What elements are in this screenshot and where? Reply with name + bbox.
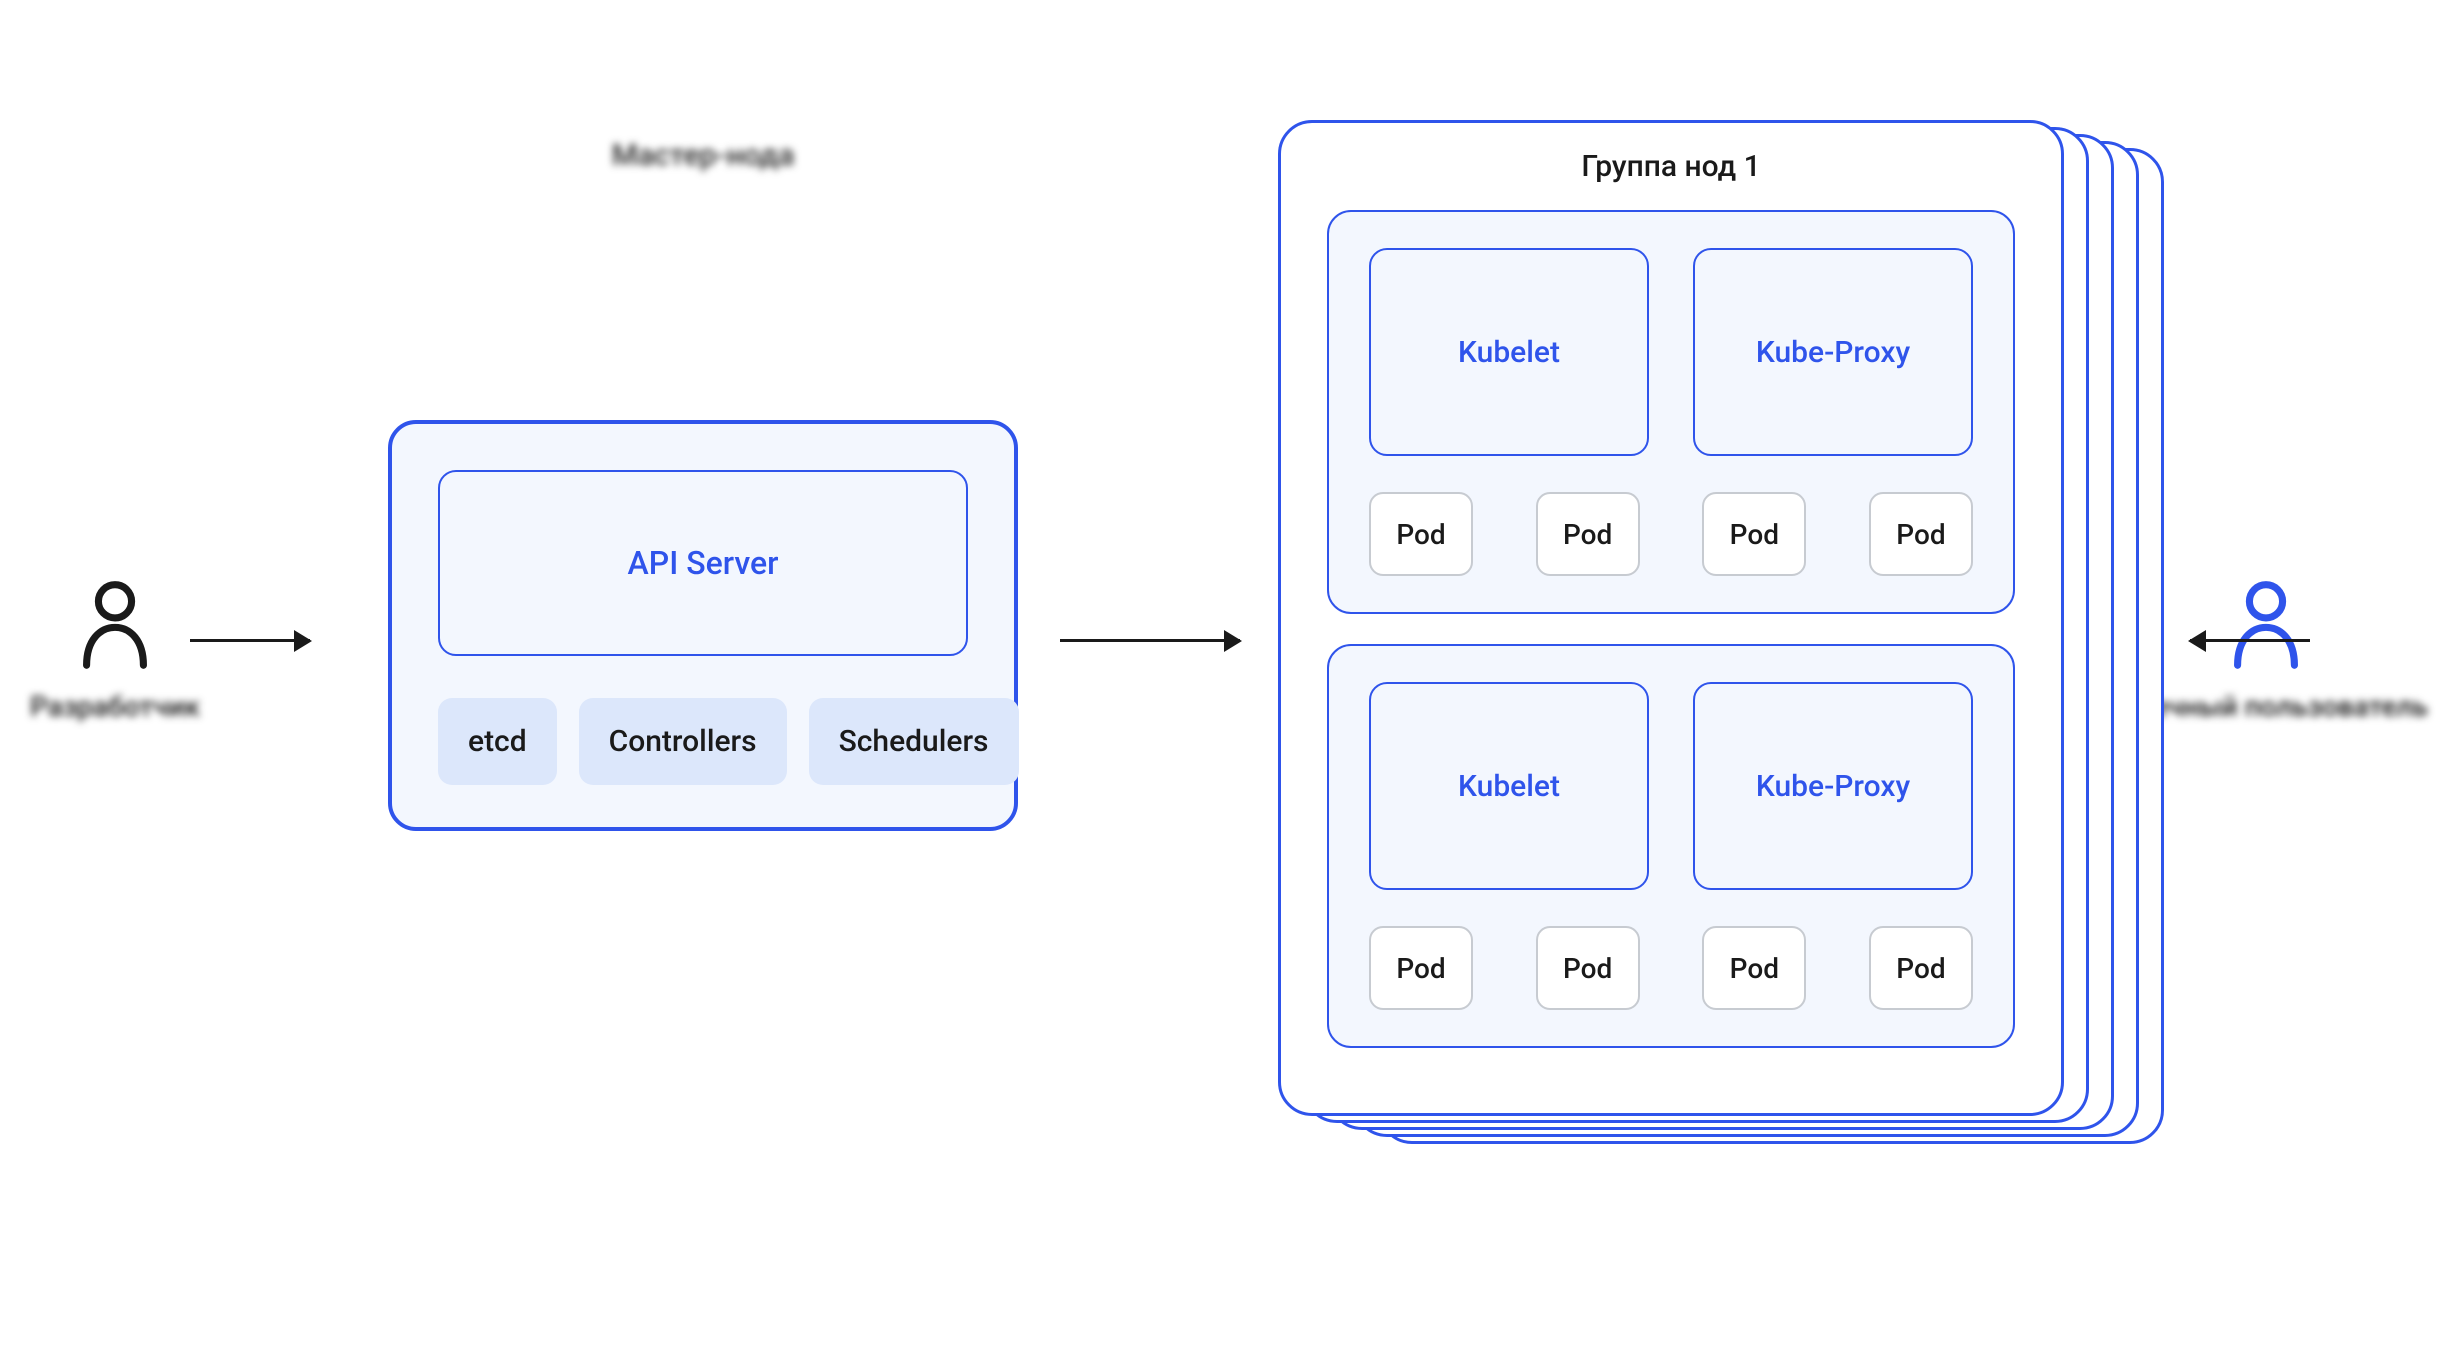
pods-row: Pod Pod Pod Pod bbox=[1369, 926, 1973, 1010]
kube-proxy-box: Kube-Proxy bbox=[1693, 682, 1973, 890]
node-agents-row: Kubelet Kube-Proxy bbox=[1369, 682, 1973, 890]
pod-box: Pod bbox=[1869, 926, 1973, 1010]
pod-box: Pod bbox=[1869, 492, 1973, 576]
master-node-title: Мастер-нода bbox=[388, 138, 1018, 173]
arrow-right-head-icon bbox=[1224, 630, 1242, 652]
kubelet-label: Kubelet bbox=[1458, 769, 1560, 804]
kubelet-label: Kubelet bbox=[1458, 335, 1560, 370]
pods-row: Pod Pod Pod Pod bbox=[1369, 492, 1973, 576]
worker-node-card: Kubelet Kube-Proxy Pod Pod Pod Pod bbox=[1327, 644, 2015, 1048]
api-server-label: API Server bbox=[628, 544, 779, 582]
pod-box: Pod bbox=[1369, 492, 1473, 576]
pod-box: Pod bbox=[1369, 926, 1473, 1010]
kube-proxy-label: Kube-Proxy bbox=[1756, 335, 1910, 370]
developer-label: Разработчик bbox=[30, 690, 200, 723]
kube-proxy-label: Kube-Proxy bbox=[1756, 769, 1910, 804]
kubelet-box: Kubelet bbox=[1369, 248, 1649, 456]
pod-box: Pod bbox=[1536, 492, 1640, 576]
user-icon bbox=[2230, 580, 2302, 674]
node-group-title: Группа нод 1 bbox=[1327, 149, 2015, 184]
kube-proxy-box: Kube-Proxy bbox=[1693, 248, 1973, 456]
arrow-left-head-icon bbox=[2188, 630, 2206, 652]
pod-box: Pod bbox=[1702, 492, 1806, 576]
kubernetes-architecture-diagram: Разработчик Конечный пользователь Мастер… bbox=[0, 0, 2458, 1350]
node-agents-row: Kubelet Kube-Proxy bbox=[1369, 248, 1973, 456]
node-group-card: Группа нод 1 Kubelet Kube-Proxy Pod Pod … bbox=[1278, 120, 2064, 1116]
node-group-stack: Группа нод 1 Kubelet Kube-Proxy Pod Pod … bbox=[1278, 120, 2178, 1150]
worker-node-card: Kubelet Kube-Proxy Pod Pod Pod Pod bbox=[1327, 210, 2015, 614]
arrow-right-head-icon bbox=[294, 630, 312, 652]
master-node-card: API Server etcd Controllers Schedulers bbox=[388, 420, 1018, 831]
etcd-pill: etcd bbox=[438, 698, 557, 785]
schedulers-pill: Schedulers bbox=[809, 698, 1019, 785]
user-icon bbox=[79, 580, 151, 674]
api-server-box: API Server bbox=[438, 470, 968, 656]
pod-box: Pod bbox=[1702, 926, 1806, 1010]
pod-box: Pod bbox=[1536, 926, 1640, 1010]
controllers-pill: Controllers bbox=[579, 698, 787, 785]
kubelet-box: Kubelet bbox=[1369, 682, 1649, 890]
master-components-row: etcd Controllers Schedulers bbox=[438, 698, 968, 785]
developer-actor: Разработчик bbox=[30, 580, 200, 723]
